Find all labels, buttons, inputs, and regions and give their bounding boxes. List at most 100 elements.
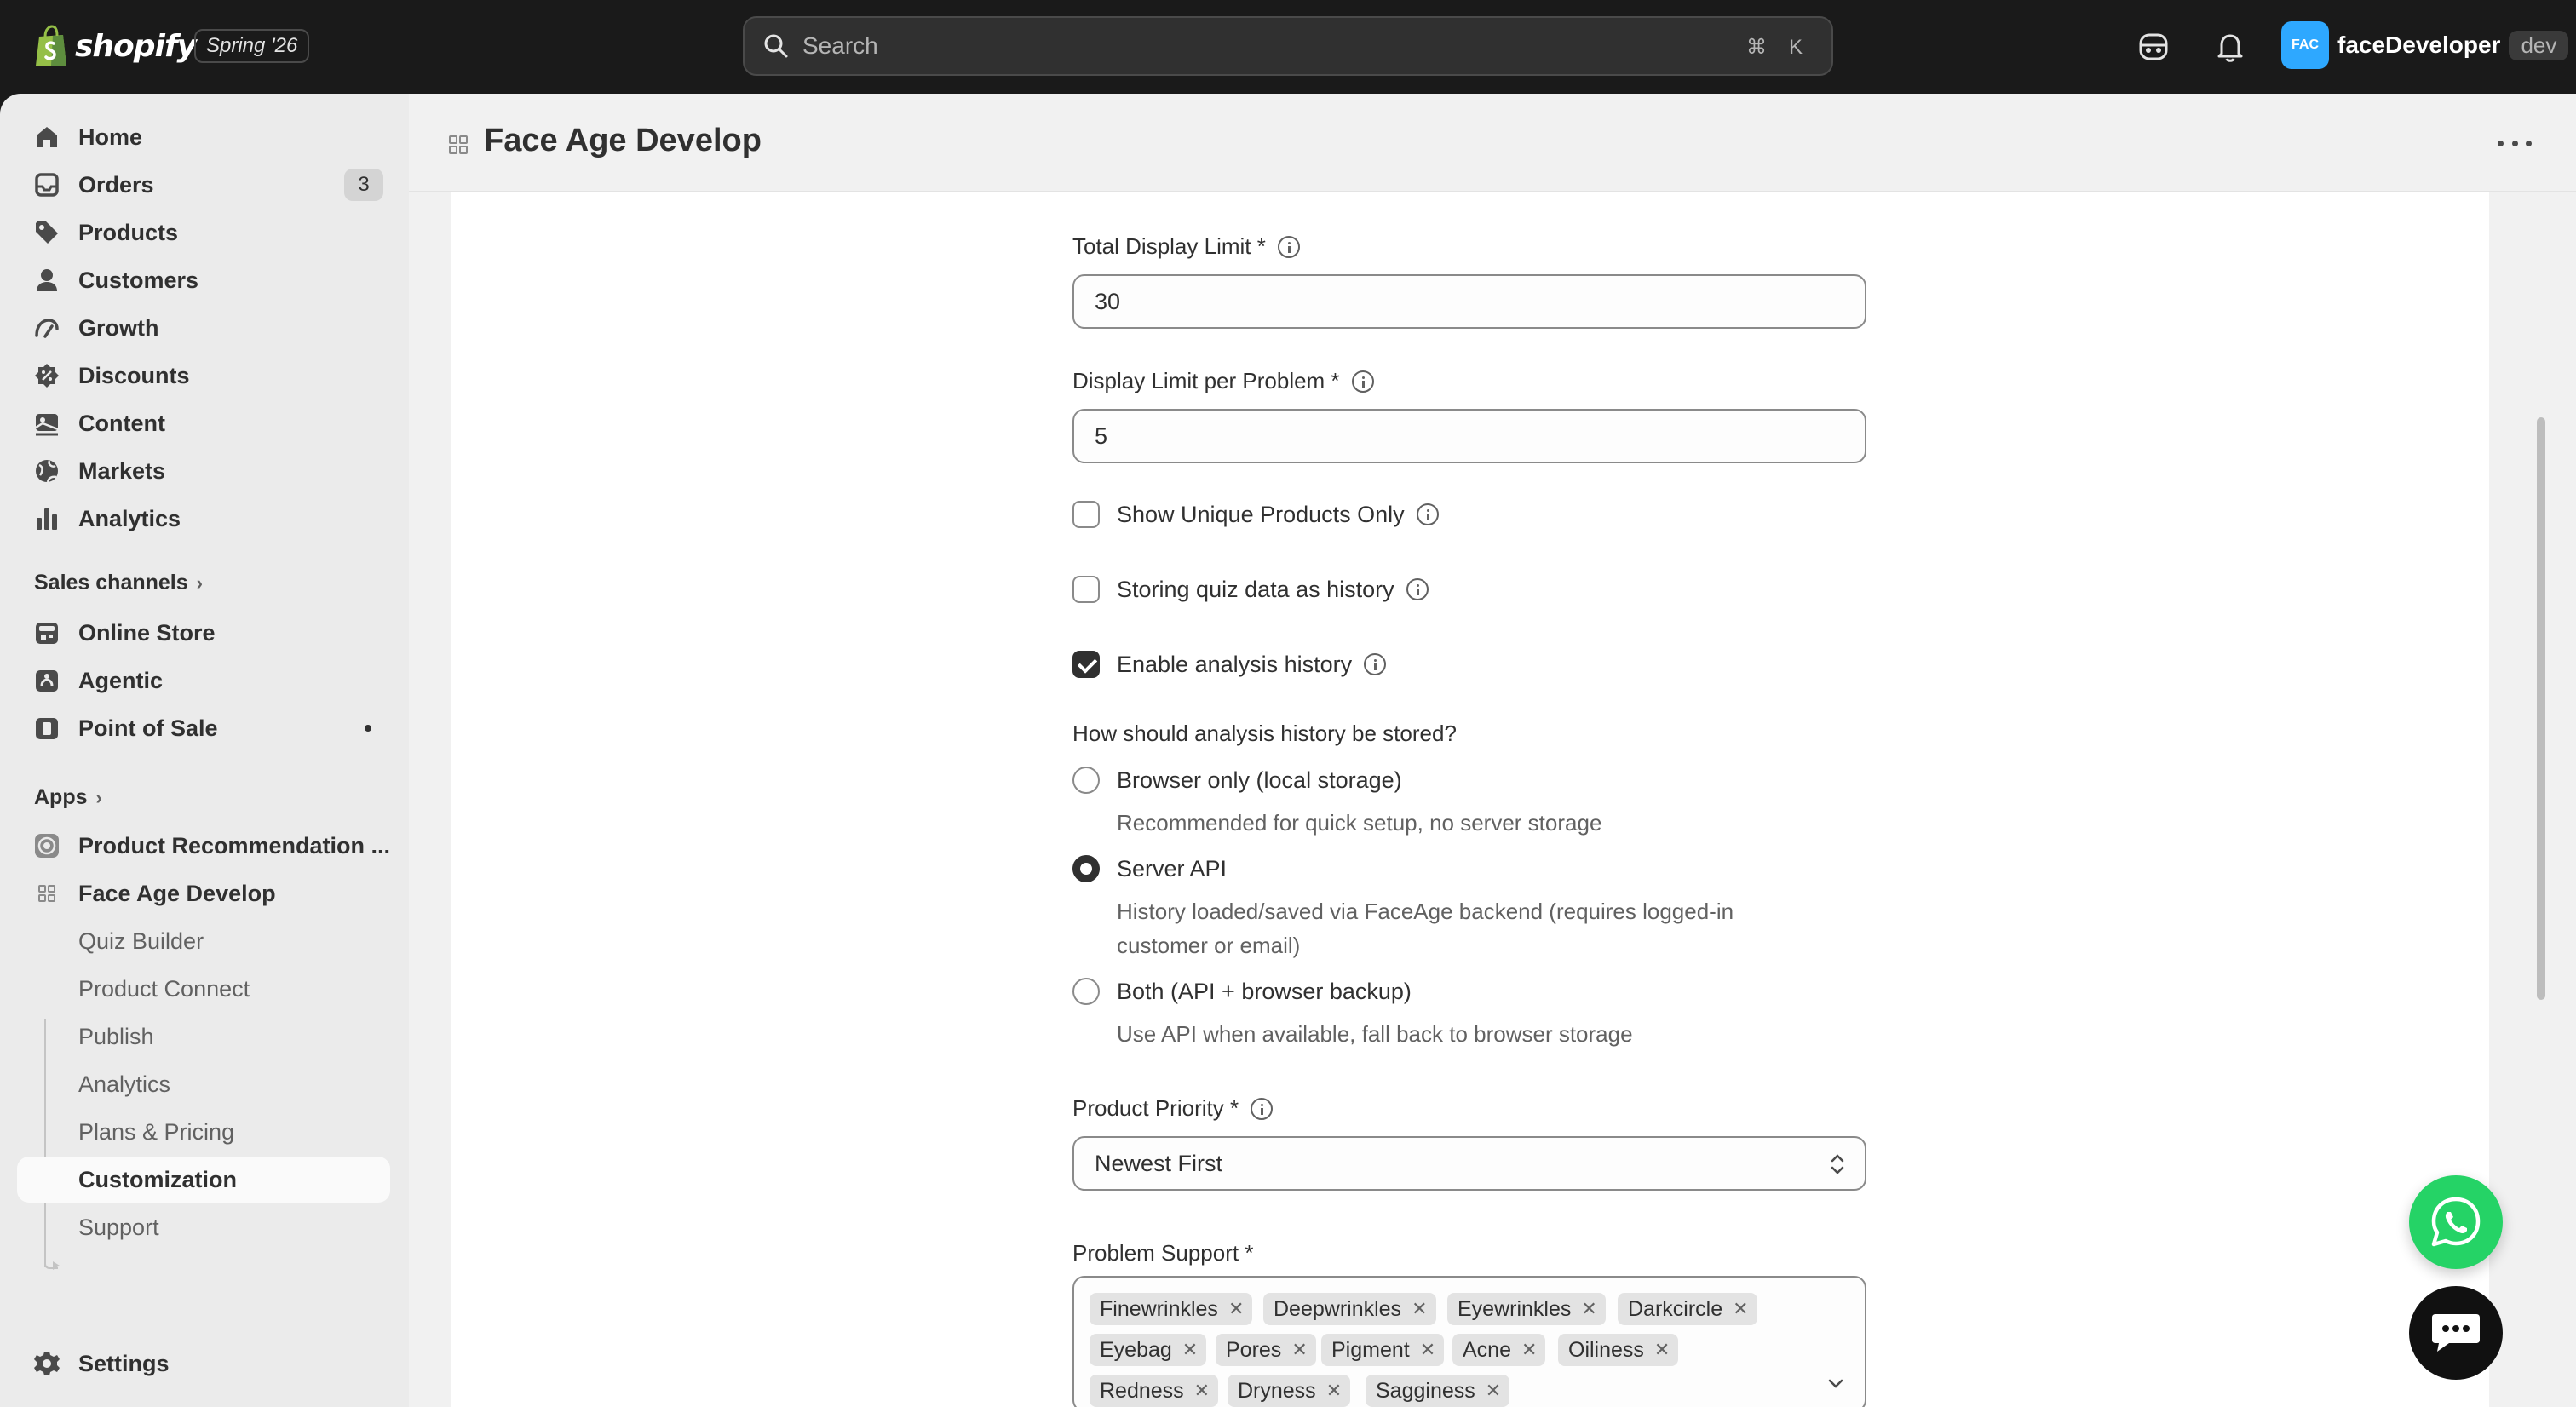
agentic-icon <box>36 670 58 692</box>
nav-markets[interactable]: Markets <box>17 448 390 494</box>
quiz-history-row[interactable]: Storing quiz data as history <box>1072 576 1429 603</box>
problem-tag: Deepwrinkles ✕ <box>1263 1293 1436 1325</box>
subnav-plans-pricing[interactable]: Plans & Pricing <box>17 1109 390 1155</box>
edition-badge[interactable]: Spring '26 <box>194 29 310 63</box>
nav-home[interactable]: Home <box>17 114 390 160</box>
store-menu[interactable]: FAC faceDeveloper dev <box>2281 21 2569 69</box>
subnav-quiz-builder[interactable]: Quiz Builder <box>17 918 390 964</box>
unique-products-row[interactable]: Show Unique Products Only <box>1072 501 1439 528</box>
nav-orders[interactable]: Orders 3 <box>17 162 390 208</box>
storage-option-both[interactable]: Both (API + browser backup) <box>1072 978 1412 1005</box>
problem-tag: Pores ✕ <box>1216 1334 1316 1366</box>
quiz-history-checkbox[interactable] <box>1072 576 1100 603</box>
remove-tag-icon[interactable]: ✕ <box>1228 1298 1244 1320</box>
nav-home-label: Home <box>78 123 143 150</box>
nav-app-product-recommendation[interactable]: Product Recommendation ... <box>17 823 390 869</box>
nav-settings-label: Settings <box>78 1350 170 1376</box>
shopify-logo[interactable]: shopify <box>34 22 197 70</box>
display-limit-per-problem-label: Display Limit per Problem * <box>1072 368 1374 394</box>
problem-tag-label: Dryness <box>1238 1378 1316 1403</box>
nav-growth[interactable]: Growth <box>17 305 390 351</box>
sales-channels-label: Sales channels <box>34 571 188 594</box>
person-icon <box>37 269 57 291</box>
nav-customers[interactable]: Customers <box>17 257 390 303</box>
remove-tag-icon[interactable]: ✕ <box>1521 1339 1537 1361</box>
nav-content[interactable]: Content <box>17 400 390 446</box>
unique-products-checkbox[interactable] <box>1072 501 1100 528</box>
nav-products-label: Products <box>78 219 179 245</box>
info-icon[interactable] <box>1406 578 1429 600</box>
subnav-plans-pricing-label: Plans & Pricing <box>78 1118 235 1145</box>
storage-both-radio[interactable] <box>1072 978 1100 1005</box>
storage-question: How should analysis history be stored? <box>1072 721 1457 746</box>
subnav-publish[interactable]: Publish <box>17 1014 390 1060</box>
subnav-customization[interactable]: Customization <box>17 1157 390 1203</box>
chevron-right-icon: › <box>196 571 203 594</box>
chevron-down-icon[interactable] <box>1827 1378 1844 1390</box>
remove-tag-icon[interactable]: ✕ <box>1486 1380 1501 1402</box>
sales-channels-header[interactable]: Sales channels › <box>34 571 203 595</box>
info-icon[interactable] <box>1251 1097 1274 1120</box>
bell-icon[interactable] <box>2213 30 2247 64</box>
info-icon[interactable] <box>1351 370 1374 393</box>
storage-option-server[interactable]: Server API <box>1072 855 1227 882</box>
info-icon[interactable] <box>1416 503 1439 525</box>
select-arrows-icon <box>1831 1154 1844 1174</box>
storage-option-browser[interactable]: Browser only (local storage) <box>1072 767 1402 794</box>
page-scrollbar[interactable] <box>2537 417 2545 1000</box>
more-actions-button[interactable] <box>2498 133 2532 153</box>
remove-tag-icon[interactable]: ✕ <box>1654 1339 1670 1361</box>
subnav-analytics[interactable]: Analytics <box>17 1061 390 1107</box>
storage-server-radio[interactable] <box>1072 855 1100 882</box>
nav-products[interactable]: Products <box>17 210 390 256</box>
nav-markets-label: Markets <box>78 457 166 484</box>
subnav-product-connect[interactable]: Product Connect <box>17 966 390 1012</box>
content-icon <box>35 414 59 436</box>
remove-tag-icon[interactable]: ✕ <box>1733 1298 1748 1320</box>
nav-agentic[interactable]: Agentic <box>17 658 390 704</box>
remove-tag-icon[interactable]: ✕ <box>1581 1298 1596 1320</box>
settings-card <box>451 192 2489 1407</box>
subnav-quiz-builder-label: Quiz Builder <box>78 927 204 954</box>
subnav-support[interactable]: Support <box>17 1204 390 1250</box>
bar-chart-icon <box>37 508 57 530</box>
nav-app-product-recommendation-label: Product Recommendation ... <box>78 832 391 859</box>
nav-point-of-sale[interactable]: Point of Sale <box>17 705 390 751</box>
apps-header[interactable]: Apps › <box>34 785 102 810</box>
analysis-history-checkbox[interactable] <box>1072 651 1100 678</box>
nav-discounts[interactable]: Discounts <box>17 353 390 399</box>
status-dot <box>365 725 371 732</box>
discount-icon <box>35 364 59 388</box>
storage-both-helper: Use API when available, fall back to bro… <box>1117 1021 1633 1047</box>
total-display-limit-input[interactable]: 30 <box>1072 274 1866 329</box>
product-priority-select[interactable]: Newest First <box>1072 1136 1866 1191</box>
search-bar[interactable]: Search ⌘ K <box>743 16 1833 76</box>
nav-app-face-age-develop[interactable]: Face Age Develop <box>17 870 390 916</box>
storage-browser-radio[interactable] <box>1072 767 1100 794</box>
remove-tag-icon[interactable]: ✕ <box>1291 1339 1307 1361</box>
chat-button[interactable] <box>2409 1286 2503 1380</box>
remove-tag-icon[interactable]: ✕ <box>1182 1339 1198 1361</box>
grid-app-icon <box>38 885 55 902</box>
problem-tag: Redness ✕ <box>1090 1375 1219 1407</box>
nav-settings[interactable]: Settings <box>17 1341 390 1387</box>
info-icon[interactable] <box>1364 653 1387 675</box>
display-limit-per-problem-input[interactable]: 5 <box>1072 409 1866 463</box>
nav-app-face-age-develop-label: Face Age Develop <box>78 880 276 906</box>
remove-tag-icon[interactable]: ✕ <box>1412 1298 1427 1320</box>
nav-customers-label: Customers <box>78 267 199 293</box>
info-icon[interactable] <box>1277 235 1300 258</box>
search-placeholder: Search <box>802 32 878 59</box>
remove-tag-icon[interactable]: ✕ <box>1420 1339 1435 1361</box>
remove-tag-icon[interactable]: ✕ <box>1194 1380 1210 1402</box>
subnav-support-label: Support <box>78 1214 159 1240</box>
nav-online-store[interactable]: Online Store <box>17 610 390 656</box>
sidekick-icon[interactable] <box>2136 30 2171 64</box>
dev-store-badge: dev <box>2509 30 2569 60</box>
analysis-history-row[interactable]: Enable analysis history <box>1072 651 1387 678</box>
nav-analytics[interactable]: Analytics <box>17 496 390 542</box>
remove-tag-icon[interactable]: ✕ <box>1326 1380 1342 1402</box>
nav-orders-label: Orders <box>78 171 154 198</box>
whatsapp-button[interactable] <box>2409 1175 2503 1269</box>
problem-support-multiselect[interactable]: Finewrinkles ✕ Deepwrinkles ✕ Eyewrinkles ✕… <box>1072 1276 1866 1407</box>
